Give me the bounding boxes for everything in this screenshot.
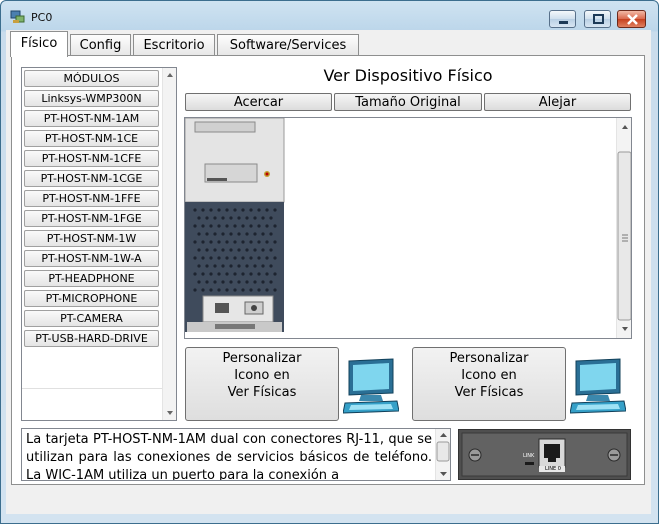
zoom-out-button[interactable]: Alejar: [484, 93, 631, 111]
list-item[interactable]: PT-CAMERA: [24, 310, 159, 327]
customize-physical-icon-button-left[interactable]: Personalizar Icono en Ver Físicas: [185, 347, 339, 421]
button-label-line: Personalizar: [449, 351, 529, 366]
title-bar[interactable]: PC0: [1, 1, 658, 33]
close-button[interactable]: [617, 10, 646, 28]
scroll-arrows-icon: [167, 73, 173, 415]
module-image: LINK LINE 0: [458, 429, 631, 480]
tab-software-services[interactable]: Software/Services: [217, 34, 359, 56]
pc-app-icon: [10, 9, 26, 25]
description-text: La tarjeta PT-HOST-NM-1AM dual con conec…: [26, 432, 432, 481]
list-divider: [22, 388, 162, 389]
button-label-line: Ver Físicas: [227, 385, 297, 400]
computer-icon: [570, 358, 626, 414]
button-label-line: Icono en: [234, 368, 290, 383]
original-size-button[interactable]: Tamaño Original: [334, 93, 482, 111]
module-list-scrollbar[interactable]: [162, 68, 176, 420]
list-item-modules-header[interactable]: MÓDULOS: [24, 70, 159, 87]
module-list[interactable]: MÓDULOS Linksys-WMP300N PT-HOST-NM-1AM P…: [21, 67, 177, 421]
list-item[interactable]: PT-HOST-NM-1FGE: [24, 210, 159, 227]
list-item[interactable]: PT-HOST-NM-1FFE: [24, 190, 159, 207]
list-item[interactable]: PT-HOST-NM-1CFE: [24, 150, 159, 167]
close-icon: [627, 14, 638, 25]
window-title: PC0: [31, 11, 53, 24]
list-item[interactable]: PT-HEADPHONE: [24, 270, 159, 287]
list-item[interactable]: PT-HOST-NM-1AM: [24, 110, 159, 127]
list-item[interactable]: PT-MICROPHONE: [24, 290, 159, 307]
maximize-icon: [593, 14, 604, 24]
device-view-scrollbar[interactable]: [616, 118, 631, 338]
zoom-in-button[interactable]: Acercar: [185, 93, 332, 111]
tab-escritorio[interactable]: Escritorio: [133, 34, 215, 56]
tab-fisico[interactable]: Físico: [10, 31, 68, 57]
physical-device-view[interactable]: [184, 117, 632, 339]
button-label-line: Personalizar: [222, 351, 302, 366]
scroll-arrows-icon: [436, 433, 450, 476]
list-item[interactable]: PT-HOST-NM-1W: [24, 230, 159, 247]
pc-tower-image: [185, 118, 285, 332]
scroll-arrows-icon: [617, 125, 631, 331]
list-item[interactable]: PT-HOST-NM-1CE: [24, 130, 159, 147]
tab-config[interactable]: Config: [70, 34, 131, 56]
description-scrollbar[interactable]: [435, 429, 450, 480]
button-label-line: Ver Físicas: [454, 385, 524, 400]
customize-physical-icon-button-right[interactable]: Personalizar Icono en Ver Físicas: [412, 347, 566, 421]
list-item[interactable]: PT-HOST-NM-1CGE: [24, 170, 159, 187]
module-description[interactable]: La tarjeta PT-HOST-NM-1AM dual con conec…: [21, 428, 451, 481]
list-item[interactable]: PT-HOST-NM-1W-A: [24, 250, 159, 267]
button-label-line: Icono en: [461, 368, 517, 383]
minimize-button[interactable]: [549, 10, 576, 28]
minimize-icon: [559, 21, 568, 24]
list-item[interactable]: Linksys-WMP300N: [24, 90, 159, 107]
link-label: LINK: [523, 453, 535, 459]
port-label: LINE 0: [545, 466, 561, 472]
computer-icon: [343, 358, 399, 414]
page-title: Ver Dispositivo Físico: [323, 66, 493, 85]
maximize-button[interactable]: [584, 10, 611, 28]
list-item[interactable]: PT-USB-HARD-DRIVE: [24, 330, 159, 347]
